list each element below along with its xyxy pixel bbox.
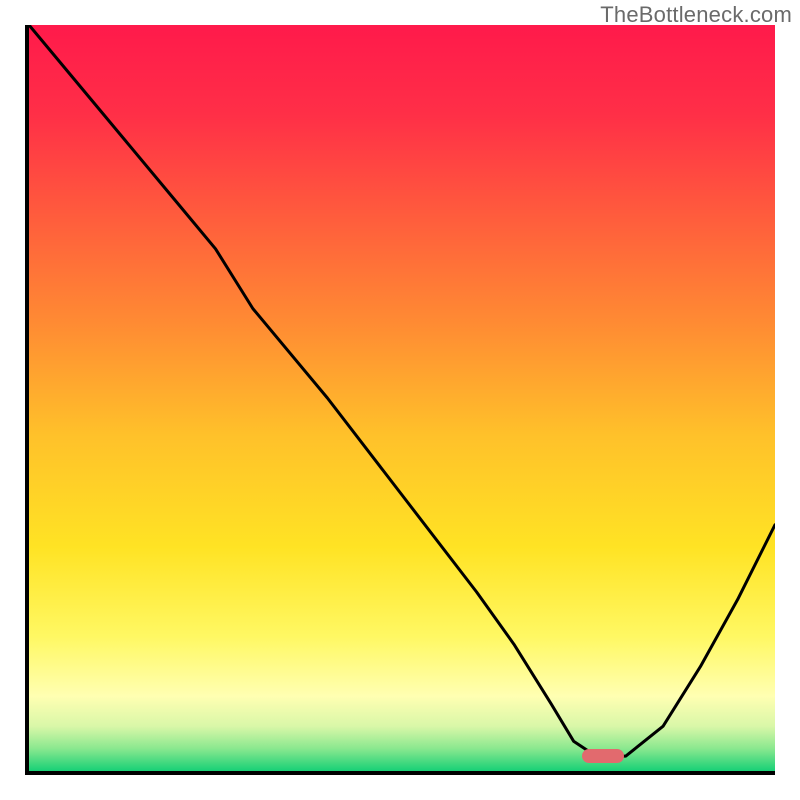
minimum-marker: [582, 749, 624, 763]
watermark-text: TheBottleneck.com: [600, 2, 792, 28]
chart-canvas: TheBottleneck.com: [0, 0, 800, 800]
plot-axes: [25, 25, 775, 775]
